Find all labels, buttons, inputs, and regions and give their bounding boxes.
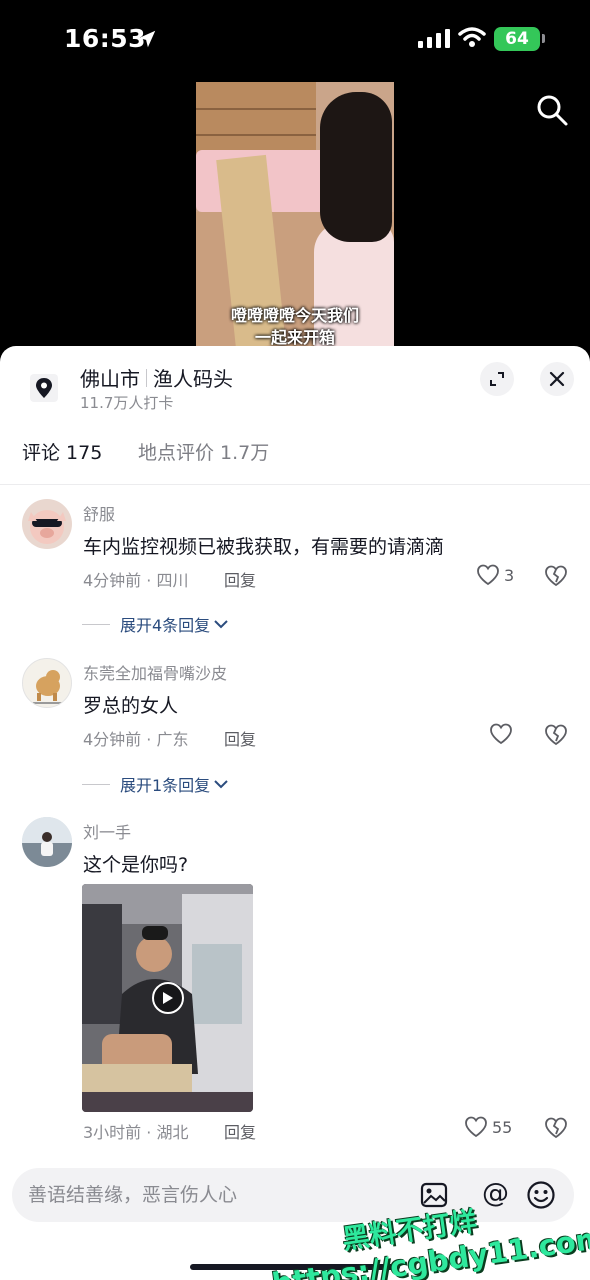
comment-input[interactable] xyxy=(28,1180,388,1210)
status-time: 16:53 xyxy=(64,24,147,53)
like-button[interactable]: 3 xyxy=(476,564,514,586)
location-city: 佛山市 xyxy=(80,367,140,391)
close-button[interactable] xyxy=(540,362,574,396)
video-caption-line2: 一起来开箱 xyxy=(254,328,335,346)
comment-username[interactable]: 舒服 xyxy=(83,501,115,525)
comment-text: 罗总的女人 xyxy=(83,695,179,717)
heart-icon xyxy=(477,564,499,586)
like-button[interactable]: 55 xyxy=(464,1116,512,1138)
expand-replies-label: 展开1条回复 xyxy=(120,776,211,795)
video-scene-hair xyxy=(320,92,392,242)
heart-icon xyxy=(465,1116,487,1138)
tab-comments[interactable]: 评论 175 xyxy=(22,438,102,465)
comment-meta: 3小时前 · 湖北 xyxy=(83,1123,189,1142)
battery-level: 64 xyxy=(505,29,529,49)
location-separator xyxy=(146,368,147,387)
comment-meta: 4分钟前 · 广东 xyxy=(83,730,189,749)
video-caption-line1: 噔噔噔噔今天我们 xyxy=(230,306,359,325)
location-place: 渔人码头 xyxy=(153,367,233,391)
comment-sheet: 佛山市 渔人码头 11.7万人打卡 评论 175 地点评价 1.7万 舒服 车内… xyxy=(0,346,590,1280)
play-icon xyxy=(163,992,173,1004)
battery-tip xyxy=(542,34,545,43)
location-title[interactable]: 佛山市 渔人码头 xyxy=(80,363,233,392)
close-icon xyxy=(549,371,565,387)
wifi-icon xyxy=(458,27,486,47)
expand-line xyxy=(82,783,110,785)
expand-line xyxy=(82,623,110,625)
expand-button[interactable] xyxy=(480,362,514,396)
location-checkins: 11.7万人打卡 xyxy=(80,394,174,412)
broken-heart-icon[interactable] xyxy=(544,724,568,746)
heart-icon xyxy=(490,723,512,745)
like-button[interactable] xyxy=(489,723,517,745)
expand-replies-label: 展开4条回复 xyxy=(120,616,211,635)
avatar[interactable] xyxy=(22,499,72,549)
comment-text: 这个是你吗? xyxy=(83,854,189,876)
video-preview[interactable]: 噔噔噔噔今天我们 一起来开箱 xyxy=(196,82,394,346)
comment-username[interactable]: 东莞全加福骨嘴沙皮 xyxy=(83,660,227,684)
broken-heart-icon[interactable] xyxy=(544,1117,568,1139)
expand-icon xyxy=(490,372,504,386)
location-arrow-icon xyxy=(138,30,156,48)
expand-replies-link[interactable]: 展开1条回复 xyxy=(82,772,229,796)
avatar[interactable] xyxy=(22,658,72,708)
search-icon[interactable] xyxy=(534,92,570,128)
chevron-down-icon xyxy=(214,780,228,789)
signal-icon xyxy=(418,29,450,48)
comment-text: 车内监控视频已被我获取，有需要的请滴滴 xyxy=(83,536,445,558)
tabs-divider xyxy=(0,484,590,485)
battery-indicator: 64 xyxy=(494,27,540,51)
like-count: 55 xyxy=(492,1117,513,1137)
like-count: 3 xyxy=(504,565,515,585)
comment-meta: 4分钟前 · 四川 xyxy=(83,571,189,590)
reply-button[interactable]: 回复 xyxy=(224,726,256,750)
play-button[interactable] xyxy=(152,982,184,1014)
reply-button[interactable]: 回复 xyxy=(224,567,256,591)
tab-location-reviews[interactable]: 地点评价 1.7万 xyxy=(138,438,269,465)
location-pin-icon xyxy=(30,374,58,402)
status-bar: 16:53 64 xyxy=(0,0,590,80)
broken-heart-icon[interactable] xyxy=(544,565,568,587)
reply-button[interactable]: 回复 xyxy=(224,1119,256,1143)
avatar[interactable] xyxy=(22,817,72,867)
chevron-down-icon xyxy=(214,620,228,629)
comment-image[interactable] xyxy=(82,884,253,1112)
comment-username[interactable]: 刘一手 xyxy=(83,819,131,843)
expand-replies-link[interactable]: 展开4条回复 xyxy=(82,612,229,636)
